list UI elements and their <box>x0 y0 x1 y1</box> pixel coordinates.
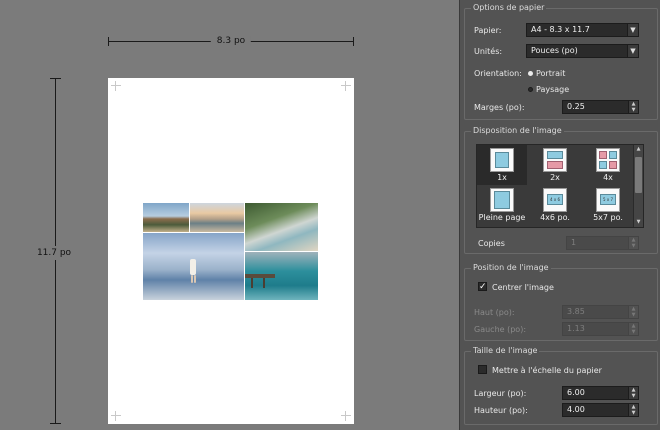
group-title: Taille de l'image <box>471 346 540 356</box>
layout-2x-icon <box>543 148 567 172</box>
print-settings-panel: Options de papier Papier: A4 - 8.3 x 11.… <box>459 0 660 430</box>
paper-sheet <box>108 78 354 424</box>
orientation-portrait-radio[interactable] <box>528 71 533 76</box>
margin-marker-top-right <box>341 81 351 91</box>
orientation-portrait-label[interactable]: Portrait <box>536 69 565 78</box>
layout-tile-4x[interactable]: 4x <box>583 145 633 185</box>
center-image-checkbox[interactable]: ✓ <box>478 282 487 292</box>
paper-width-dimension: 8.3 po <box>108 36 354 46</box>
image-size-group: Taille de l'image Mettre à l'échelle du … <box>464 346 658 425</box>
collage-photo-pier-sea[interactable] <box>245 252 318 300</box>
paper-height-label: 11.7 po <box>26 246 82 260</box>
collage-photo-tropical-shore[interactable] <box>245 203 318 251</box>
print-preview-area: 8.3 po 11.7 po <box>0 0 459 430</box>
units-select[interactable]: Pouces (po) ▼ <box>526 44 639 58</box>
spin-down-icon[interactable]: ▼ <box>629 312 638 318</box>
image-position-group: Position de l'image ✓ Centrer l'image Ha… <box>464 263 658 341</box>
layout-tile-1x[interactable]: 1x <box>477 145 527 185</box>
spin-down-icon[interactable]: ▼ <box>629 329 638 335</box>
top-label: Haut (po): <box>474 308 515 317</box>
layout-full-page-icon <box>490 188 514 212</box>
paper-height-dimension: 11.7 po <box>26 78 82 424</box>
orientation-landscape-radio[interactable] <box>528 87 533 92</box>
fit-to-paper-checkbox[interactable] <box>478 365 487 374</box>
layout-tile-full-page[interactable]: Pleine page <box>477 185 527 225</box>
chevron-down-icon: ▼ <box>627 45 638 57</box>
collage-photo-sunset-palm[interactable] <box>190 203 244 232</box>
paper-width-label: 8.3 po <box>210 36 252 46</box>
layout-tile-5x7[interactable]: 5 x 7 5x7 po. <box>583 185 633 225</box>
layout-tile-2x[interactable]: 2x <box>530 145 580 185</box>
spin-down-icon[interactable]: ▼ <box>629 393 638 399</box>
margin-marker-top-left <box>111 81 121 91</box>
group-title: Disposition de l'image <box>471 126 564 136</box>
orientation-label: Orientation: <box>474 69 522 78</box>
layout-4x-icon <box>596 148 620 172</box>
chevron-down-icon: ▼ <box>627 24 638 36</box>
width-spinbox[interactable]: 6.00 ▲ ▼ <box>562 386 639 400</box>
group-title: Options de papier <box>471 3 547 13</box>
spin-down-icon[interactable]: ▼ <box>629 410 638 416</box>
center-image-label[interactable]: Centrer l'image <box>492 283 554 292</box>
collage-photo-woman-on-beach[interactable] <box>143 233 244 300</box>
group-title: Position de l'image <box>471 263 551 273</box>
layout-4x6-icon: 4 x 6 <box>543 188 567 212</box>
left-label: Gauche (po): <box>474 325 527 334</box>
scroll-down-icon[interactable]: ▼ <box>634 218 643 227</box>
fit-to-paper-label[interactable]: Mettre à l'échelle du papier <box>492 366 602 375</box>
layout-gallery[interactable]: 1x 2x 4x Pleine page 4 x 6 4x6 po. 5 x 7… <box>476 144 644 228</box>
scroll-up-icon[interactable]: ▲ <box>634 145 643 154</box>
collage-photo-beach-restaurant[interactable] <box>143 203 189 232</box>
margin-marker-bottom-left <box>111 411 121 421</box>
margins-label: Marges (po): <box>474 103 525 112</box>
orientation-landscape-label[interactable]: Paysage <box>536 85 569 94</box>
margins-spinbox[interactable]: 0.25 ▲ ▼ <box>562 100 639 114</box>
top-spinbox[interactable]: 3.85 ▲ ▼ <box>562 305 639 319</box>
scrollbar-thumb[interactable] <box>635 157 642 193</box>
spin-down-icon[interactable]: ▼ <box>629 243 638 249</box>
paper-label: Papier: <box>474 26 502 35</box>
gallery-scrollbar[interactable]: ▲ ▼ <box>633 145 643 227</box>
copies-label: Copies <box>478 239 505 248</box>
spin-down-icon[interactable]: ▼ <box>629 107 638 113</box>
units-label: Unités: <box>474 47 503 56</box>
image-layout-group: Disposition de l'image 1x 2x 4x Pleine p… <box>464 126 658 254</box>
height-spinbox[interactable]: 4.00 ▲ ▼ <box>562 403 639 417</box>
layout-1x-icon <box>490 148 514 172</box>
paper-size-select[interactable]: A4 - 8.3 x 11.7 ▼ <box>526 23 639 37</box>
paper-options-group: Options de papier Papier: A4 - 8.3 x 11.… <box>464 3 658 120</box>
copies-spinbox[interactable]: 1 ▲ ▼ <box>566 236 639 250</box>
height-label: Hauteur (po): <box>474 406 528 415</box>
width-label: Largeur (po): <box>474 389 527 398</box>
margin-marker-bottom-right <box>341 411 351 421</box>
left-spinbox[interactable]: 1.13 ▲ ▼ <box>562 322 639 336</box>
layout-tile-4x6[interactable]: 4 x 6 4x6 po. <box>530 185 580 225</box>
layout-5x7-icon: 5 x 7 <box>596 188 620 212</box>
